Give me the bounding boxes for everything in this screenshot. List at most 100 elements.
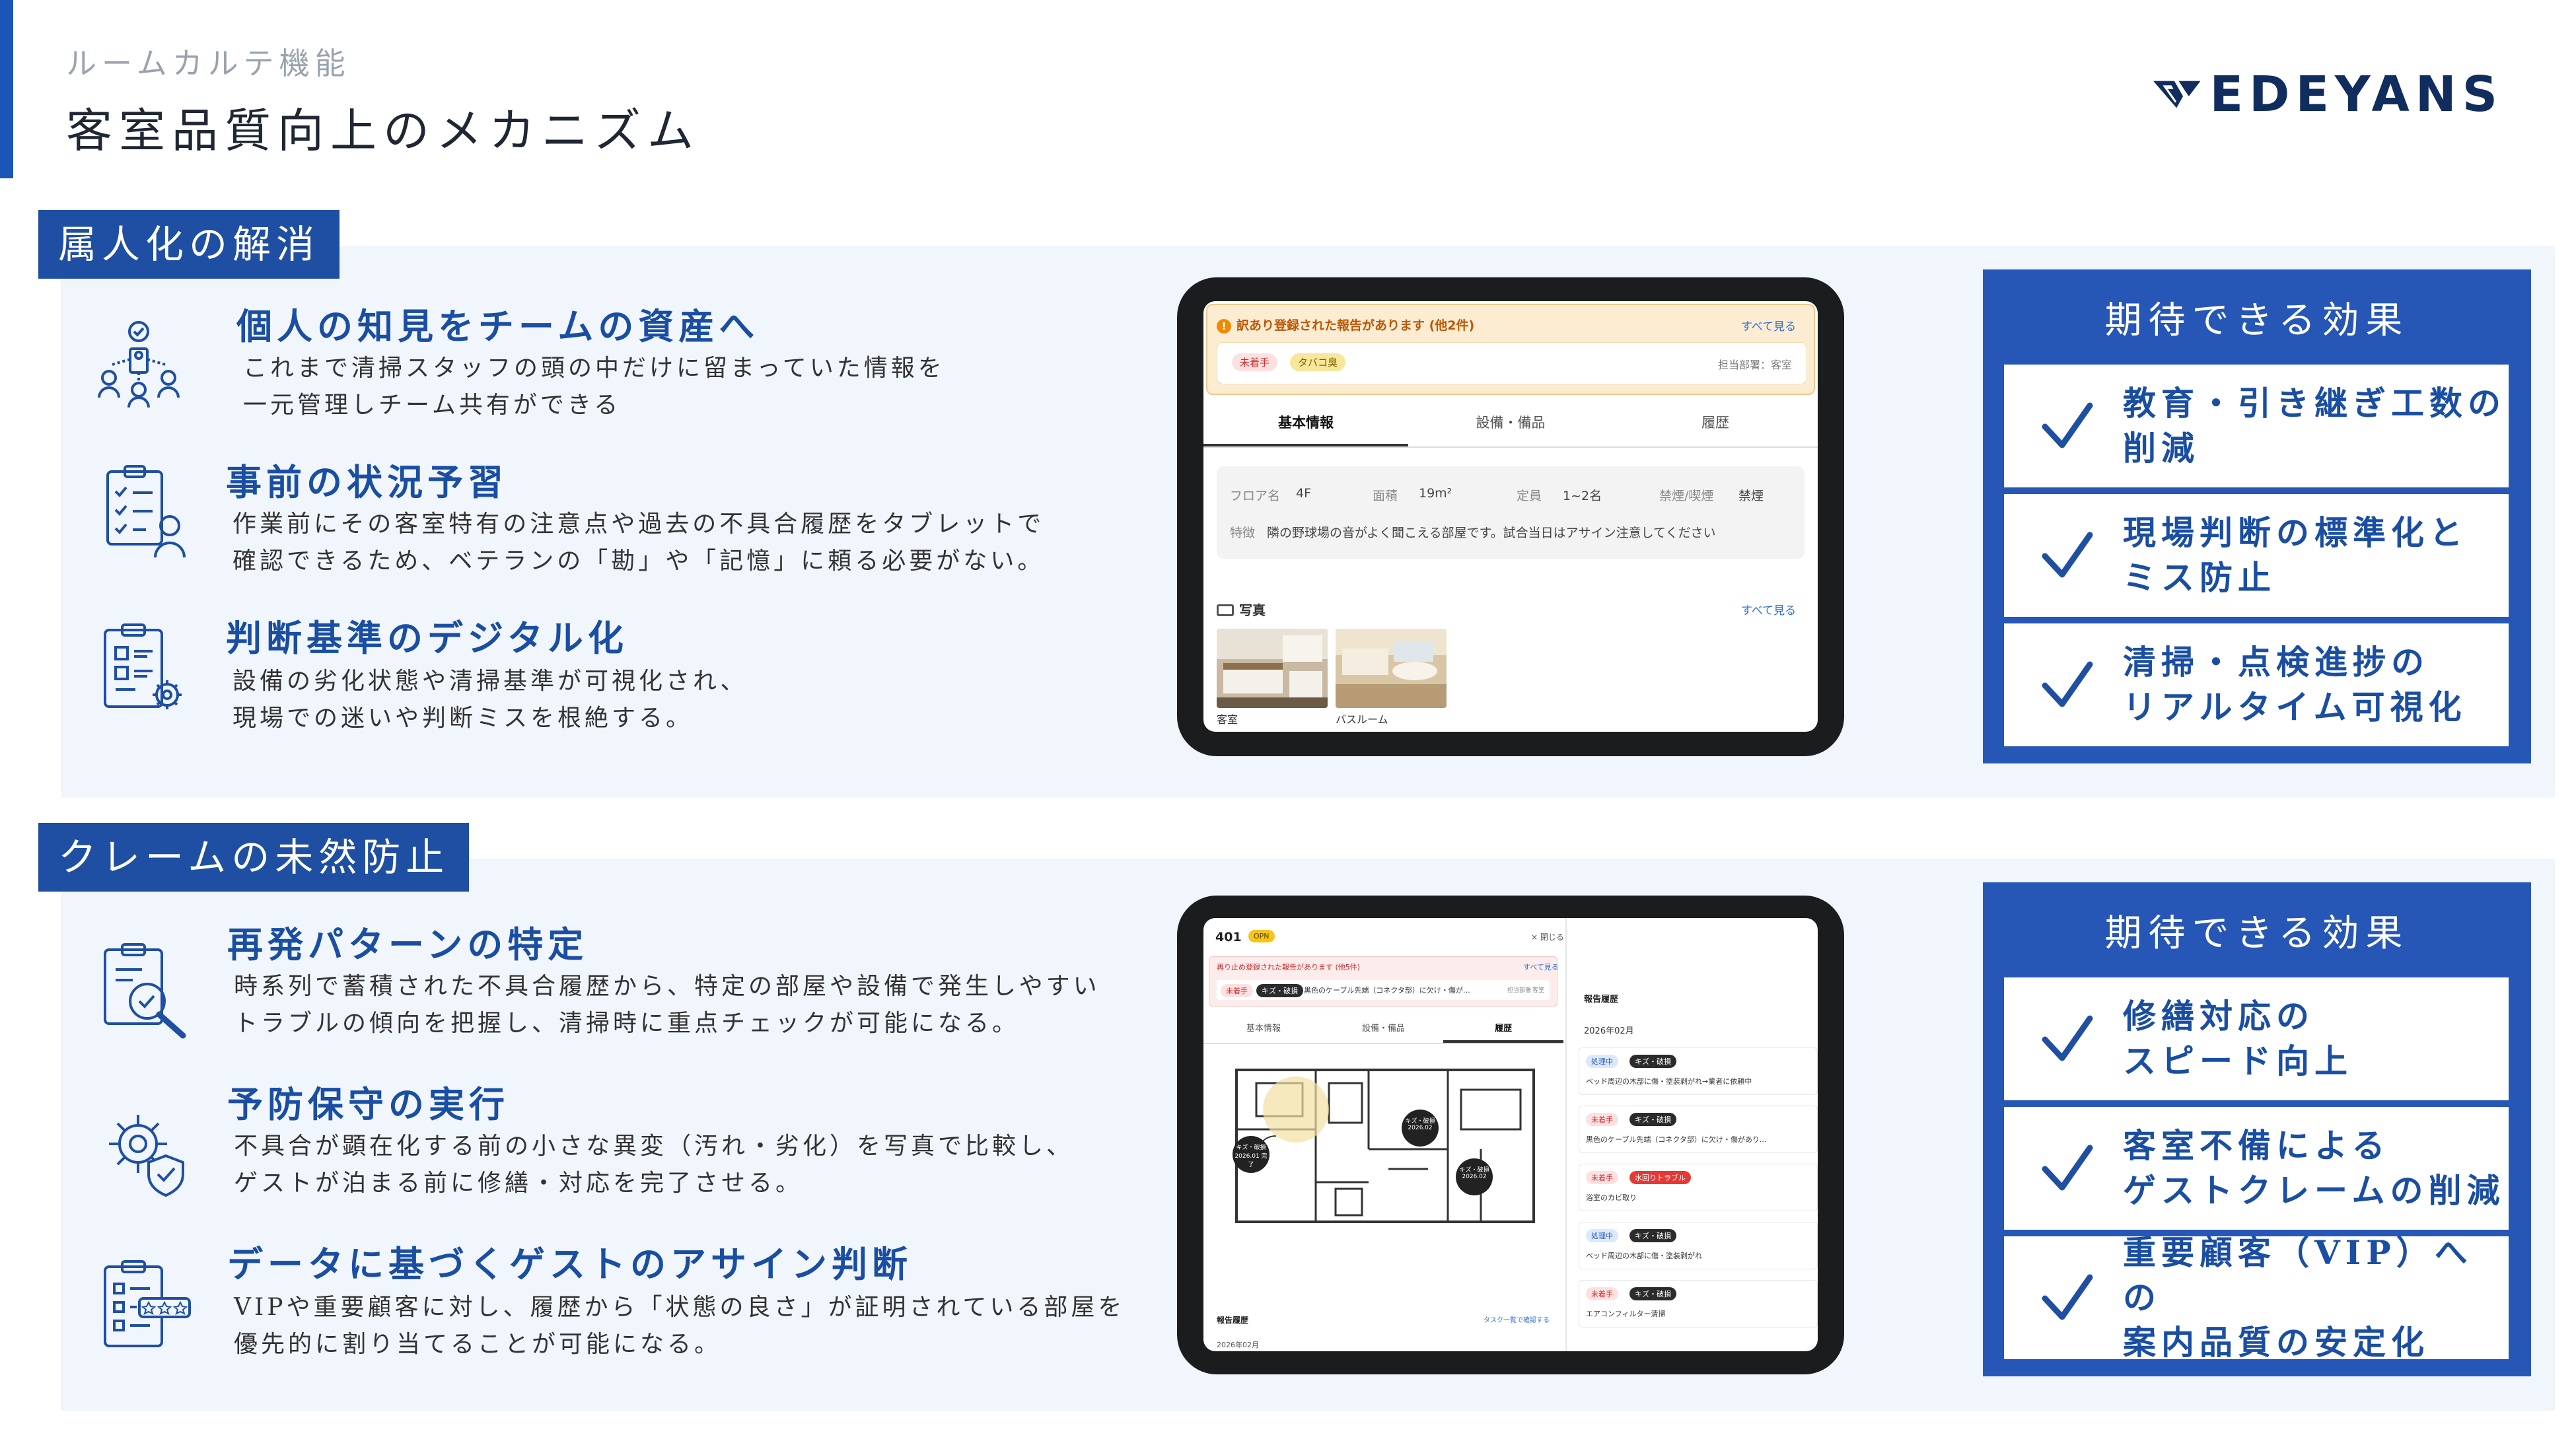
- area-value: 19m²: [1419, 486, 1452, 501]
- history-tag-badge: キズ・破損: [1629, 1229, 1676, 1242]
- effects-heading-1: 期待できる効果: [2104, 299, 2410, 342]
- alert-dept: 担当部署: [1507, 987, 1532, 994]
- feature-desc-4: 時系列で蓄積された不具合履歴から、特定の部屋や設備で発生しやすい トラブルの傾向…: [234, 968, 1100, 1042]
- effect-item: 客室不備によるゲストクレームの削減: [2004, 1107, 2509, 1230]
- effect-line: 清掃・点検進捗の: [2123, 643, 2429, 682]
- feature-title-1: 個人の知見をチームの資産へ: [236, 305, 760, 347]
- alert-item: 未着手 キズ・破損 黒色のケーブル先端（コネクタ部）に欠け・傷が… 担当部署 客…: [1217, 980, 1550, 1000]
- clipboard-gear-icon: [104, 623, 182, 709]
- alert-title: 再り止め登録された報告があります (他5件): [1217, 963, 1361, 972]
- history-text: ベッド周辺の木部に傷・塗装剥がれ: [1586, 1252, 1702, 1260]
- rating-checklist-icon: [104, 1260, 191, 1347]
- history-status-badge: 処理中: [1586, 1229, 1618, 1242]
- pin-date: 2026.01 完了: [1234, 1153, 1268, 1168]
- photo-caption: バスルーム: [1336, 713, 1388, 726]
- feature-desc-line: 確認できるため、ベテランの「勘」や「記憶」に頼る必要がない。: [233, 548, 1045, 575]
- pin-date: 2026.02: [1462, 1174, 1487, 1180]
- team-knowledge-icon: [98, 321, 180, 408]
- alert-see-all-link[interactable]: すべて見る: [1523, 962, 1559, 972]
- effect-line: 削減: [2123, 429, 2200, 468]
- tab-bar: 基本情報 設備・備品 履歴: [1203, 1014, 1564, 1044]
- effect-item: 現場判断の標準化と ミス防止: [2004, 494, 2509, 617]
- bathroom-photo[interactable]: [1336, 629, 1447, 708]
- capacity-label: 定員: [1517, 489, 1542, 503]
- history-card[interactable]: 処理中 キズ・破損ベッド周辺の木部に傷・塗装剥がれ: [1579, 1222, 1818, 1269]
- alert-text: 黒色のケーブル先端（コネクタ部）に欠け・傷が…: [1304, 986, 1470, 995]
- side-history-title: 報告履歴: [1584, 995, 1619, 1005]
- feature-title-3: 判断基準のデジタル化: [226, 617, 628, 659]
- history-text: 浴室のカビ取り: [1586, 1193, 1637, 1202]
- warning-icon: !: [1217, 319, 1231, 334]
- feature-desc-line: 時系列で蓄積された不具合履歴から、特定の部屋や設備で発生しやすい: [234, 973, 1100, 1000]
- history-text: エアコンフィルター清掃: [1586, 1310, 1666, 1318]
- effect-item: 修繕対応の スピード向上: [2004, 977, 2509, 1100]
- pin-label: キズ・破損: [1459, 1167, 1489, 1174]
- feature-title-2: 事前の状況予習: [226, 461, 508, 503]
- damage-pin[interactable]: キズ・破損 2026.02: [1456, 1158, 1493, 1195]
- report-task-link[interactable]: タスク一覧で確認する: [1484, 1314, 1550, 1324]
- room-number: 401: [1215, 930, 1242, 944]
- history-status-badge: 処理中: [1586, 1055, 1618, 1068]
- page-title: 客室品質向上のメカニズム: [66, 104, 700, 158]
- history-card[interactable]: 未着手 キズ・破損 エアコンフィルター清掃: [1579, 1280, 1818, 1327]
- effect-line: 重要顧客（VIP）への: [2123, 1233, 2473, 1317]
- status-chip: 未着手: [1232, 353, 1278, 371]
- feature-title-6: データに基づくゲストのアサイン判断: [227, 1243, 912, 1285]
- check-icon: [2042, 532, 2093, 578]
- history-list: 処理中 キズ・破損 ベッド周辺の木部に傷・塗装剥がれ→業者に依頼中 未着手 キズ・破損黒…: [1579, 1047, 1818, 1338]
- photos-see-all-link[interactable]: すべて見る: [1741, 601, 1796, 618]
- tab-basic-info[interactable]: 基本情報: [1203, 1014, 1324, 1043]
- check-icon: [2042, 1274, 2093, 1320]
- damage-pin[interactable]: キズ・破損 2026.01 完了: [1233, 1136, 1270, 1173]
- room-photo[interactable]: [1217, 629, 1328, 708]
- history-tag-badge: キズ・破損: [1629, 1055, 1676, 1068]
- pin-date: 2026.02: [1408, 1125, 1433, 1131]
- tablet-screen-2: 401 OPN × 閉じる 再り止め登録された報告があります (他5件) すべて…: [1203, 918, 1818, 1351]
- feature-desc-6: VIPや重要顧客に対し、履歴から「状態の良さ」が証明されている部屋を 優先的に割…: [234, 1289, 1125, 1363]
- effect-line: ミス防止: [2123, 558, 2276, 597]
- smoking-value: 禁煙: [1738, 489, 1764, 503]
- effect-line: ゲストクレームの削減: [2123, 1171, 2505, 1210]
- dept-label: 担当部署：客室: [1717, 359, 1792, 371]
- side-divider: [1565, 918, 1567, 1351]
- feature-title-4: 再発パターンの特定: [227, 923, 589, 966]
- alert-see-all-link[interactable]: すべて見る: [1741, 317, 1796, 334]
- history-card[interactable]: 処理中 キズ・破損 ベッド周辺の木部に傷・塗装剥がれ→業者に依頼中: [1579, 1047, 1818, 1095]
- feature-desc-1: これまで清掃スタッフの頭の中だけに留まっていた情報を 一元管理しチーム共有ができ…: [243, 350, 945, 424]
- feature-desc-line: ゲストが泊まる前に修繕・対応を完了させる。: [234, 1170, 803, 1197]
- category-chip: キズ・破損: [1256, 984, 1303, 997]
- tab-history[interactable]: 履歴: [1443, 1014, 1564, 1043]
- tab-basic-info[interactable]: 基本情報: [1203, 400, 1408, 446]
- tab-history[interactable]: 履歴: [1613, 400, 1818, 446]
- tab-bar: 基本情報 設備・備品 履歴: [1203, 400, 1818, 448]
- feature-desc-line: トラブルの傾向を把握し、清掃時に重点チェックが可能になる。: [234, 1010, 1020, 1037]
- effect-line: リアルタイム可視化: [2123, 688, 2467, 726]
- floor-value: 4F: [1296, 486, 1312, 501]
- report-history-title: 報告履歴: [1217, 1316, 1249, 1325]
- effect-line: 客室不備による: [2123, 1126, 2390, 1165]
- pin-label: キズ・破損: [1236, 1145, 1266, 1151]
- history-status-badge: 未着手: [1586, 1113, 1618, 1126]
- check-icon: [2042, 1145, 2093, 1191]
- checklist-person-icon: [106, 465, 186, 558]
- history-tag-badge: キズ・破損: [1629, 1113, 1676, 1126]
- section-tag-2: クレームの未然防止: [38, 823, 470, 892]
- history-card[interactable]: 未着手 水回りトラブル 浴室のカビ取り: [1579, 1164, 1818, 1211]
- close-button[interactable]: × 閉じる: [1531, 931, 1564, 942]
- damage-pin[interactable]: キズ・破損 2026.02: [1402, 1110, 1439, 1147]
- alert-room: 客室: [1532, 987, 1545, 994]
- check-icon: [2042, 402, 2093, 448]
- effect-item: 清掃・点検進捗の リアルタイム可視化: [2004, 623, 2509, 746]
- floor-label: フロア名: [1230, 489, 1281, 503]
- photo-icon: [1217, 604, 1234, 616]
- feature-desc-line: VIPや重要顧客に対し、履歴から「状態の良さ」が証明されている部屋を: [234, 1294, 1126, 1321]
- effect-line: 教育・引き継ぎ工数の: [2123, 384, 2506, 423]
- feature-title-5: 予防保守の実行: [227, 1083, 509, 1125]
- effect-item: 教育・引き継ぎ工数の 削減: [2004, 365, 2509, 487]
- history-tag-badge: 水回りトラブル: [1629, 1171, 1691, 1184]
- pin-label: キズ・破損: [1405, 1118, 1435, 1125]
- tab-equipment[interactable]: 設備・備品: [1324, 1014, 1444, 1043]
- history-card[interactable]: 未着手 キズ・破損 黒色のケーブル先端（コネクタ部）に欠け・傷があり...: [1579, 1106, 1818, 1153]
- tab-equipment[interactable]: 設備・備品: [1408, 400, 1613, 446]
- logo-mark-icon: [2153, 81, 2201, 108]
